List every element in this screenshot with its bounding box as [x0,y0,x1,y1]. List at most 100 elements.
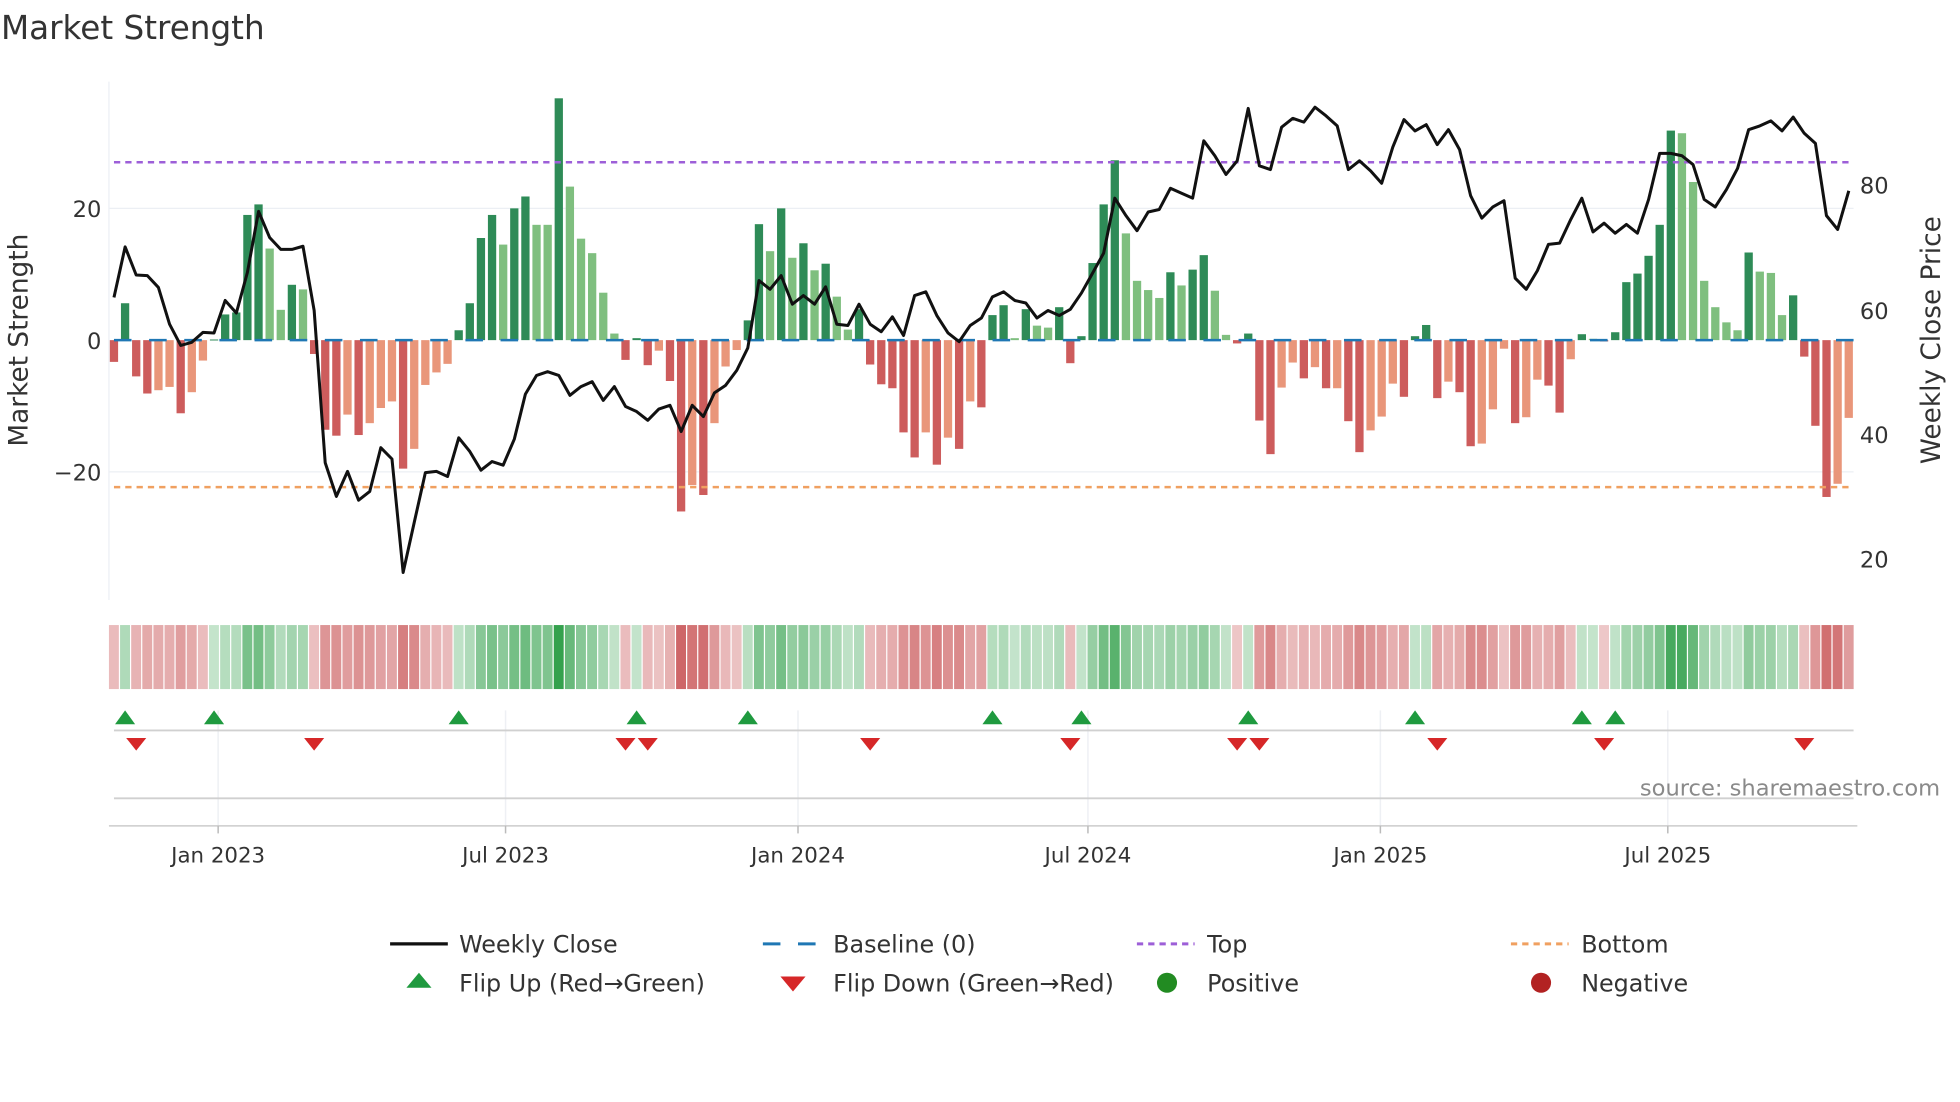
heat-strip-cell [1765,625,1776,690]
chart-title: Market Strength [1,9,265,47]
negative-strength-bar [1321,340,1331,389]
positive-strength-bar [1166,272,1175,341]
triangle-up-icon [406,972,432,988]
heat-strip-cell [1643,625,1654,690]
heat-strip-cell [765,625,775,690]
negative-strength-bar [1510,340,1520,424]
legend-positive[interactable]: Positive [1156,970,1299,998]
positive-strength-bar [1622,282,1631,341]
positive-strength-bar [1032,325,1042,341]
flip-up-marker [982,710,1003,725]
heat-strip-cell [1220,625,1231,690]
heat-strip-cell [709,625,720,690]
positive-strength-bar [1789,295,1798,341]
flip-up-marker [115,710,136,725]
negative-strength-bar [621,340,630,360]
legend-bottom-label: Bottom [1581,931,1668,959]
heat-strip-cell [297,625,308,690]
heat-strip-cell [1109,625,1120,690]
positive-strength-bar [465,303,474,341]
legend-bottom[interactable]: Bottom [1510,931,1669,959]
positive-strength-bar [1188,269,1197,341]
positive-strength-bar [1043,327,1053,341]
x-tick-label: Jul 2025 [1622,843,1711,868]
heat-strip-cell [1587,625,1598,690]
heat-strip-cell [186,625,197,690]
positive-strength-bar [1633,273,1642,341]
flip-up-marker [1571,710,1592,725]
negative-strength-bar [977,340,986,408]
legend-weekly-close[interactable]: Weekly Close [390,931,618,959]
heat-strip-cell [1632,625,1643,690]
negative-strength-bar [1499,340,1509,349]
legend-baseline-label: Baseline (0) [833,931,975,959]
heat-strip-cell [1777,625,1787,690]
flip-down-marker [637,738,658,751]
heat-strip-cell [1754,625,1765,690]
positive-strength-bar [232,312,241,341]
negative-strength-bar [1822,340,1831,497]
legend-negative[interactable]: Negative [1531,970,1688,998]
heat-strip-cell [1788,625,1799,690]
heat-strip-cell [1654,625,1665,690]
positive-strength-bar [1777,315,1787,341]
flip-down-marker [1427,738,1448,751]
heat-strip-cell [1232,625,1243,690]
flip-down-marker [615,738,636,751]
heat-strip-cell [887,625,898,690]
legend-flip-up[interactable]: Flip Up (Red→Green) [406,970,705,998]
heat-strip-cell [1443,625,1454,690]
heat-strip-cell [286,625,297,690]
negative-strength-bar [187,340,196,393]
heat-strip-cell [653,625,664,690]
y-tick-neg20: −20 [54,461,102,487]
positive-strength-bar [1655,224,1664,341]
x-tick-label: Jan 2025 [1331,843,1427,868]
legend-top[interactable]: Top [1136,931,1248,959]
y2-axis-label: Weekly Close Price [1917,216,1947,464]
negative-strength-bar [1522,340,1531,418]
heat-strip-cell [1465,625,1476,690]
legend-baseline[interactable]: Baseline (0) [762,931,976,959]
heat-strip-cell [609,625,620,690]
heat-strip-cell [1821,625,1832,690]
legend-top-label: Top [1206,931,1247,959]
negative-strength-bar [866,340,875,365]
positive-strength-bar [854,309,864,341]
heat-strip-cell [742,625,753,690]
negative-dot-icon [1531,972,1552,993]
legend-flip-down[interactable]: Flip Down (Green→Red) [780,970,1114,998]
x-tick-label: Jan 2023 [169,843,265,868]
heat-strip-cell [275,625,286,690]
legend-weekly-close-label: Weekly Close [459,931,618,959]
positive-strength-bar [1722,322,1731,341]
flip-down-marker [1249,738,1270,751]
y-tick-0: 0 [87,329,101,355]
heat-strip-cell [1843,625,1854,690]
heat-strip-cell [1343,625,1354,690]
y2-tick-40: 40 [1860,423,1889,449]
positive-strength-bar [1099,204,1108,341]
positive-strength-bar [1177,285,1186,341]
positive-strength-bar [1155,297,1164,341]
flip-up-marker [1238,710,1259,725]
heat-strip-cell [542,625,553,690]
positive-strength-bar [1110,160,1119,341]
heat-strip-cell [1554,625,1565,690]
positive-strength-bar [1688,181,1698,341]
positive-strength-bar [265,248,274,341]
positive-strength-bar [1144,290,1153,341]
negative-strength-bar [1844,340,1853,418]
heat-strip-cell [731,625,742,690]
flip-down-marker [1594,738,1615,751]
y2-tick-60: 60 [1860,299,1889,325]
source-label: source: sharemaestro.com [1640,776,1940,802]
heat-strip-cell [620,625,631,690]
heat-strip-cell [331,625,342,690]
y-tick-20: 20 [73,197,102,223]
heat-strip-cell [676,625,686,690]
negative-strength-bar [932,340,942,465]
positive-strength-bar [1611,332,1620,341]
positive-strength-bar [565,186,575,341]
heat-strip-cell [120,625,130,690]
